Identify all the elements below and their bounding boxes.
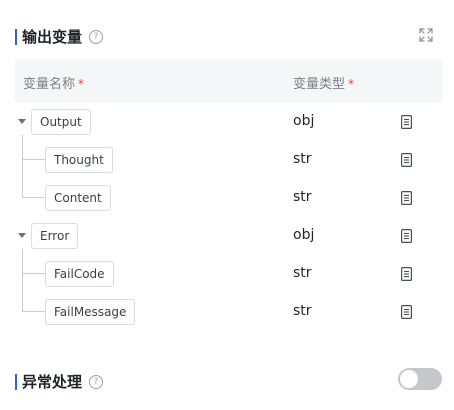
table-row: Error obj	[0, 221, 454, 251]
required-mark: *	[348, 77, 355, 91]
exception-handling-toggle[interactable]	[398, 368, 442, 390]
variable-name-field[interactable]: Output	[31, 109, 91, 135]
description-doc-icon[interactable]	[401, 267, 412, 281]
description-doc-icon[interactable]	[401, 229, 412, 243]
variable-name-field[interactable]: Content	[45, 185, 111, 211]
table-row: Output obj	[0, 107, 454, 137]
section-accent-bar	[15, 373, 17, 390]
collapse-caret-icon[interactable]	[18, 119, 26, 124]
table-row: FailCode str	[0, 259, 454, 289]
column-header-type-label: 变量类型	[293, 77, 346, 92]
collapse-caret-icon[interactable]	[18, 233, 26, 238]
column-header-name-label: 变量名称	[23, 77, 76, 92]
variable-name-field[interactable]: Thought	[45, 147, 113, 173]
description-doc-icon[interactable]	[401, 115, 412, 129]
variable-type[interactable]: str	[293, 151, 312, 167]
variable-type[interactable]: obj	[293, 227, 314, 243]
output-variables-panel: 输出变量 ? 变量名称 * 变量类型 * Output obj Thought …	[0, 0, 454, 410]
required-mark: *	[78, 77, 85, 91]
help-icon[interactable]: ?	[89, 29, 104, 44]
table-row: Thought str	[0, 145, 454, 175]
help-icon[interactable]: ?	[89, 374, 104, 389]
toggle-knob	[400, 370, 418, 388]
output-section-header: 输出变量 ?	[15, 26, 104, 47]
variable-type[interactable]: obj	[293, 113, 314, 129]
exception-section-header: 异常处理 ?	[15, 371, 104, 392]
fullscreen-expand-icon[interactable]	[419, 28, 433, 42]
description-doc-icon[interactable]	[401, 305, 412, 319]
section-accent-bar	[15, 28, 17, 45]
variable-type[interactable]: str	[293, 265, 312, 281]
variable-name-field[interactable]: FailCode	[45, 261, 114, 287]
exception-section-title: 异常处理	[22, 373, 83, 391]
variable-type[interactable]: str	[293, 303, 312, 319]
column-header-name: 变量名称 *	[23, 73, 84, 92]
description-doc-icon[interactable]	[401, 153, 412, 167]
output-section-title: 输出变量	[22, 28, 83, 46]
variable-name-field[interactable]: Error	[31, 223, 79, 249]
description-doc-icon[interactable]	[401, 191, 412, 205]
variable-type[interactable]: str	[293, 189, 312, 205]
table-row: FailMessage str	[0, 297, 454, 327]
variable-name-field[interactable]: FailMessage	[45, 299, 136, 325]
column-header-type: 变量类型 *	[293, 73, 354, 92]
variables-table-header: 变量名称 * 变量类型 *	[15, 59, 442, 103]
table-row: Content str	[0, 183, 454, 213]
